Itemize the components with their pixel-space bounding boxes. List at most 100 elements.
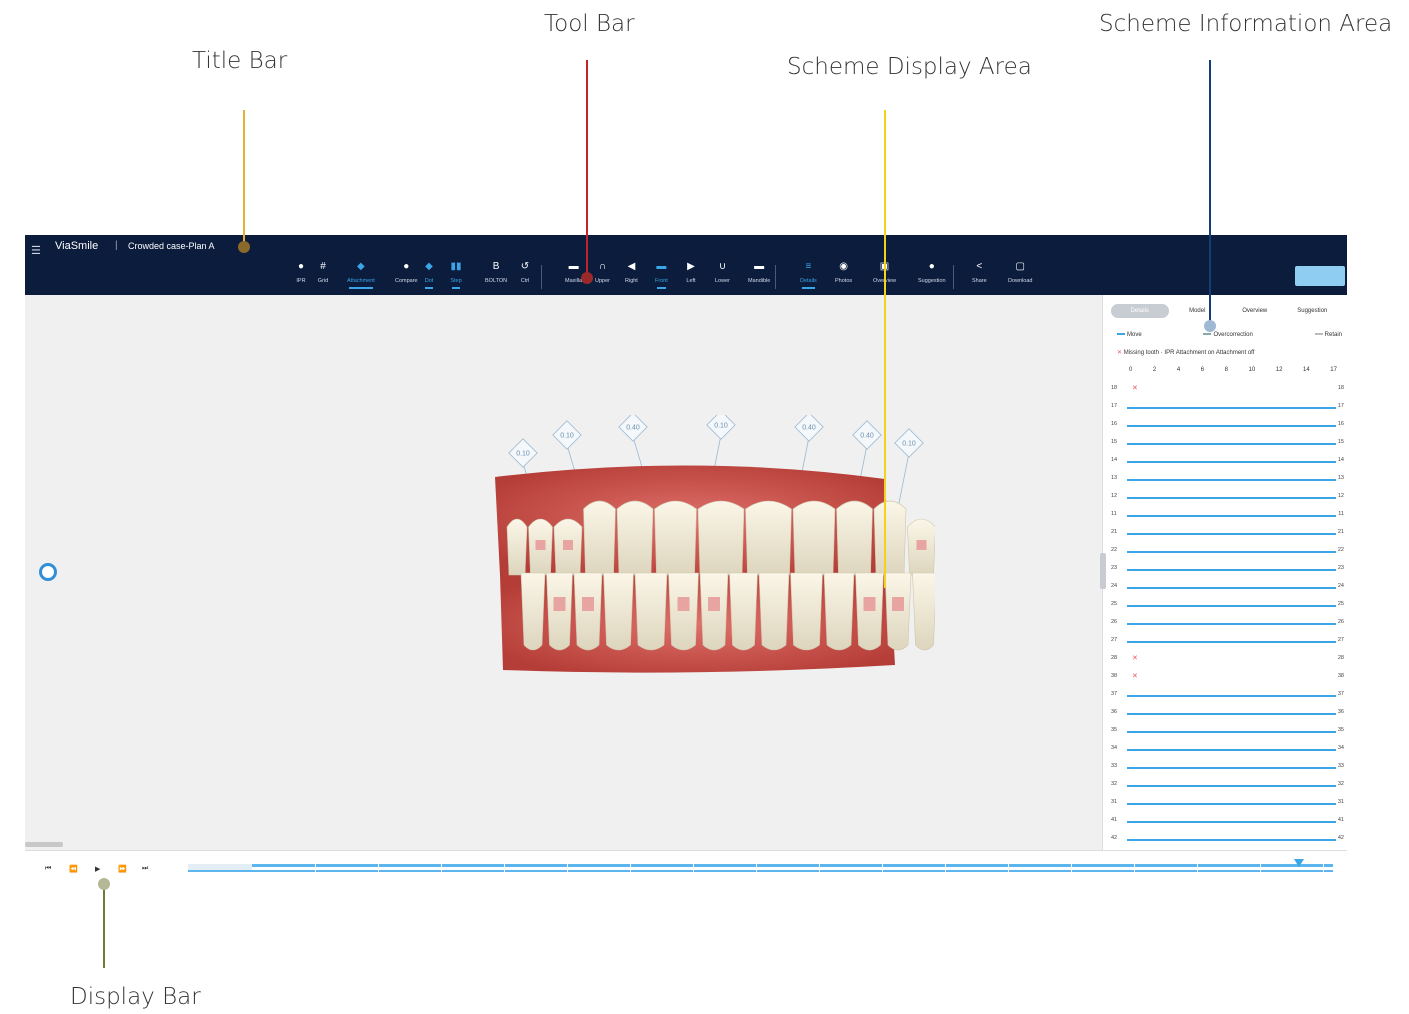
view-reset-icon[interactable] bbox=[39, 563, 57, 581]
scheme-info-dot bbox=[1204, 320, 1216, 332]
tool-label: Lower bbox=[715, 278, 730, 284]
tooth-row[interactable]: 38 ✕ 38 bbox=[1111, 673, 1344, 683]
tool-grid-button[interactable]: # Grid bbox=[317, 261, 329, 284]
tooth-number-right: 21 bbox=[1337, 529, 1344, 535]
lower-tooth[interactable] bbox=[729, 572, 758, 651]
tool-download-button[interactable]: ▢ Download bbox=[1008, 261, 1032, 284]
tool-lower-button[interactable]: ∪ Lower bbox=[715, 261, 730, 284]
tooth-row[interactable]: 13 13 bbox=[1111, 475, 1344, 485]
scale-tick-label: 14 bbox=[1303, 367, 1310, 373]
tool-share-button[interactable]: < Share bbox=[972, 261, 987, 284]
tooth-row[interactable]: 26 26 bbox=[1111, 619, 1344, 629]
tool-left-button[interactable]: ▶ Left bbox=[685, 261, 697, 284]
next-step-button[interactable]: ⏩ bbox=[118, 865, 127, 873]
tooth-row[interactable]: 11 11 bbox=[1111, 511, 1344, 521]
last-step-button[interactable]: ⏭ bbox=[142, 865, 148, 873]
action-button[interactable] bbox=[1295, 266, 1345, 286]
lower-tooth[interactable] bbox=[855, 572, 884, 651]
tooth-row[interactable]: 23 23 bbox=[1111, 565, 1344, 575]
tool-ipr-button[interactable]: ● IPR bbox=[295, 261, 307, 284]
tool-right-button[interactable]: ◀ Right bbox=[625, 261, 638, 284]
lower-tooth[interactable] bbox=[823, 572, 855, 651]
prev-step-button[interactable]: ⏪ bbox=[69, 865, 78, 873]
tooth-row[interactable]: 12 12 bbox=[1111, 493, 1344, 503]
tab-details[interactable]: Details bbox=[1111, 304, 1169, 318]
tooth-row[interactable]: 37 37 bbox=[1111, 691, 1344, 701]
lower-tooth[interactable] bbox=[790, 572, 823, 651]
tab-suggestion[interactable]: Suggestion bbox=[1284, 308, 1342, 314]
lower-icon: ∪ bbox=[718, 261, 727, 272]
tooth-row[interactable]: 42 42 bbox=[1111, 835, 1344, 845]
tool-upper-button[interactable]: ∩ Upper bbox=[595, 261, 610, 284]
lower-tooth[interactable] bbox=[758, 572, 790, 651]
upper-tooth[interactable] bbox=[792, 500, 836, 576]
tooth-row[interactable]: 17 17 bbox=[1111, 403, 1344, 413]
upper-tooth[interactable] bbox=[506, 518, 528, 576]
tooth-row[interactable]: 28 ✕ 28 bbox=[1111, 655, 1344, 665]
timeline-thumb[interactable] bbox=[1293, 859, 1304, 867]
upper-tooth[interactable] bbox=[583, 500, 616, 576]
timeline-track-upper bbox=[252, 864, 1333, 867]
tooth-row[interactable]: 14 14 bbox=[1111, 457, 1344, 467]
tooth-row[interactable]: 31 31 bbox=[1111, 799, 1344, 809]
tooth-row[interactable]: 15 15 bbox=[1111, 439, 1344, 449]
upper-tooth[interactable] bbox=[836, 500, 873, 576]
upper-tooth[interactable] bbox=[873, 500, 907, 576]
tool-details-button[interactable]: ≡ Details bbox=[800, 261, 817, 289]
upper-tooth[interactable] bbox=[654, 500, 697, 576]
tool-compare-button[interactable]: ● Compare bbox=[395, 261, 418, 284]
tooth-row[interactable]: 24 24 bbox=[1111, 583, 1344, 593]
upper-tooth[interactable] bbox=[616, 500, 654, 576]
dental-model[interactable]: 0.10 0.10 0.40 0.10 0.40 0.40 0.10 bbox=[495, 415, 935, 735]
lower-tooth[interactable] bbox=[546, 572, 573, 651]
play-button[interactable]: ▶ bbox=[95, 865, 100, 873]
tool-photos-button[interactable]: ◉ Photos bbox=[835, 261, 852, 284]
tooth-row[interactable]: 16 16 bbox=[1111, 421, 1344, 431]
legend: Move Overcorrection Retain bbox=[1117, 332, 1342, 338]
lower-tooth[interactable] bbox=[520, 572, 546, 651]
display-bar-leader bbox=[103, 884, 105, 968]
menu-icon[interactable]: ☰ bbox=[31, 244, 41, 257]
tooth-row[interactable]: 18 ✕ 18 bbox=[1111, 385, 1344, 395]
tooth-row[interactable]: 33 33 bbox=[1111, 763, 1344, 773]
tooth-number-right: 37 bbox=[1337, 691, 1344, 697]
tooth-row[interactable]: 35 35 bbox=[1111, 727, 1344, 737]
tool-attachment-button[interactable]: ◆ Attachment bbox=[347, 261, 375, 289]
tooth-row[interactable]: 27 27 bbox=[1111, 637, 1344, 647]
tooth-row[interactable]: 21 21 bbox=[1111, 529, 1344, 539]
camera-icon: ◉ bbox=[839, 261, 848, 272]
tooth-row[interactable]: 32 32 bbox=[1111, 781, 1344, 791]
tool-dot-button[interactable]: ◆ Dot bbox=[423, 261, 435, 289]
tool-suggestion-button[interactable]: ● Suggestion bbox=[918, 261, 946, 284]
step-timeline[interactable] bbox=[188, 859, 1333, 872]
lower-tooth[interactable] bbox=[603, 572, 634, 651]
horizontal-scrollbar[interactable] bbox=[25, 842, 63, 847]
lower-tooth[interactable] bbox=[573, 572, 603, 651]
tooth-row[interactable]: 25 25 bbox=[1111, 601, 1344, 611]
tab-overview[interactable]: Overview bbox=[1226, 308, 1284, 314]
upper-tooth[interactable] bbox=[697, 500, 745, 576]
lower-tooth[interactable] bbox=[912, 572, 936, 651]
lower-tooth[interactable] bbox=[699, 572, 729, 651]
first-step-button[interactable]: ⏮ bbox=[45, 865, 51, 873]
tooth-number-right: 18 bbox=[1337, 385, 1344, 391]
tooth-row[interactable]: 22 22 bbox=[1111, 547, 1344, 557]
tooth-row[interactable]: 34 34 bbox=[1111, 745, 1344, 755]
lower-tooth[interactable] bbox=[884, 572, 912, 651]
tool-mandible-button[interactable]: ▬ Mandible bbox=[748, 261, 770, 284]
upper-icon: ∩ bbox=[598, 261, 607, 272]
lower-tooth[interactable] bbox=[634, 572, 668, 651]
panel-collapse-handle[interactable] bbox=[1100, 553, 1106, 589]
tool-label: Dot bbox=[424, 278, 434, 284]
tab-model[interactable]: Model bbox=[1169, 308, 1227, 314]
tool-maxilla-button[interactable]: ▬ Maxilla bbox=[565, 261, 582, 284]
tooth-row[interactable]: 41 41 bbox=[1111, 817, 1344, 827]
tool-bolton-button[interactable]: B BOLTON bbox=[485, 261, 507, 284]
upper-tooth[interactable] bbox=[745, 500, 792, 576]
lower-tooth[interactable] bbox=[668, 572, 699, 651]
scheme-display-area[interactable]: 0.10 0.10 0.40 0.10 0.40 0.40 0.10 bbox=[25, 295, 1102, 850]
tooth-row[interactable]: 36 36 bbox=[1111, 709, 1344, 719]
tool-front-button[interactable]: ▬ Front bbox=[655, 261, 668, 289]
tool-step-button[interactable]: ▮▮ Step bbox=[450, 261, 462, 289]
tool-ctrl-button[interactable]: ↺ Ctrl bbox=[519, 261, 531, 284]
